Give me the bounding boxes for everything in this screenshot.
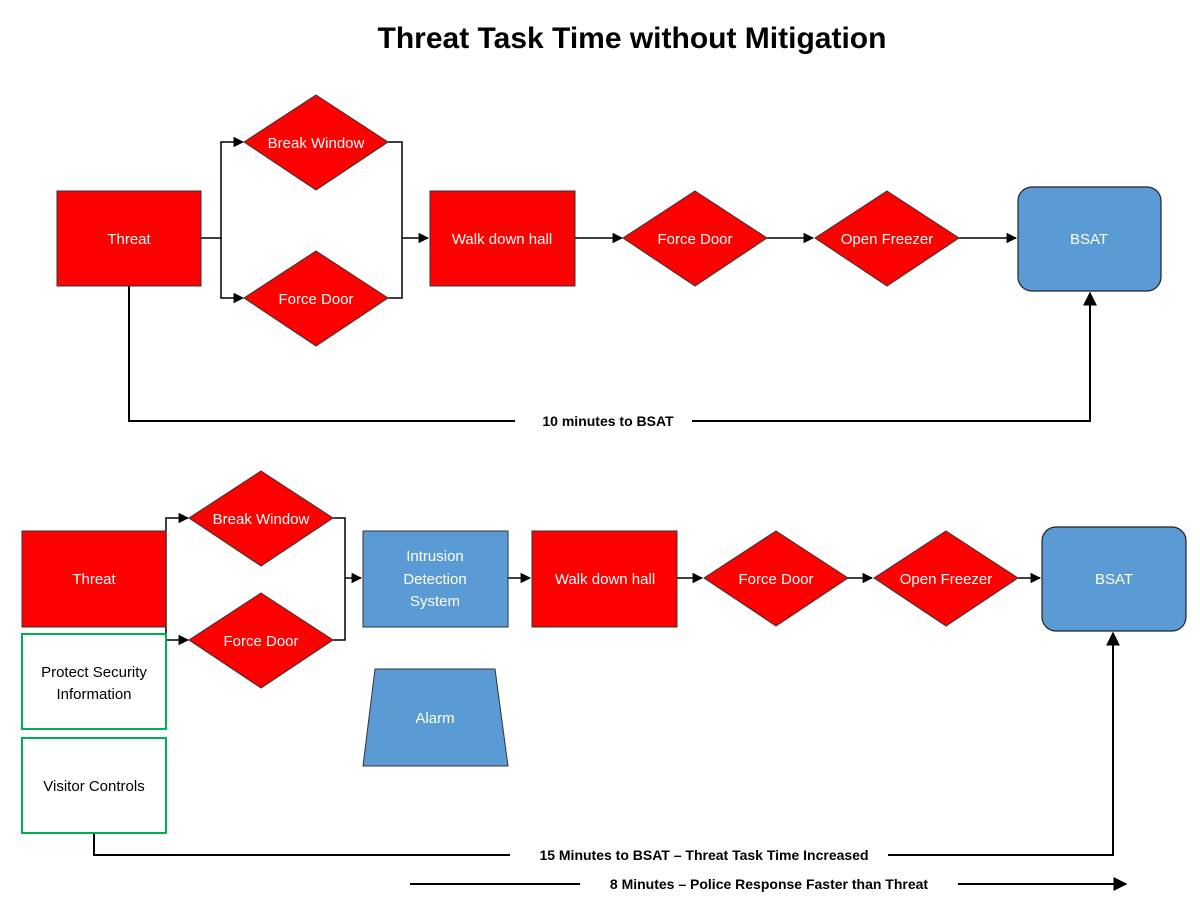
node-protect-security-information: Protect Security Information xyxy=(21,633,167,730)
node-label: Break Window xyxy=(268,135,365,152)
node-alarm: Alarm xyxy=(362,668,509,767)
node-walk-down-hall: Walk down hall xyxy=(429,190,576,287)
node-label: Force Door xyxy=(223,633,298,650)
node-label: BSAT xyxy=(1070,231,1108,248)
node-label: Threat xyxy=(72,571,116,588)
node-bsat: BSAT xyxy=(1041,526,1187,632)
node-break-window: Break Window xyxy=(243,94,389,191)
node-threat: Threat xyxy=(56,190,202,287)
node-open-freezer: Open Freezer xyxy=(814,190,960,287)
node-label: Walk down hall xyxy=(555,571,655,588)
node-label: Visitor Controls xyxy=(43,778,144,795)
top-flow: 10 minutes to BSAT Threat Break Window F… xyxy=(56,94,1162,429)
node-label-line-1: Intrusion xyxy=(406,548,464,565)
timeline-label: 10 minutes to BSAT xyxy=(542,413,674,429)
node-label: BSAT xyxy=(1095,571,1133,588)
node-bsat: BSAT xyxy=(1017,186,1162,292)
diagram-title: Threat Task Time without Mitigation xyxy=(378,22,887,55)
node-force-door-branch: Force Door xyxy=(188,592,334,689)
node-label: Force Door xyxy=(657,231,732,248)
node-label: Open Freezer xyxy=(900,571,993,588)
timeline-label: 15 Minutes to BSAT – Threat Task Time In… xyxy=(539,847,868,863)
node-force-door-branch: Force Door xyxy=(243,250,389,347)
node-label: Force Door xyxy=(278,291,353,308)
node-threat: Threat xyxy=(21,530,167,628)
node-label-line-2: Detection xyxy=(403,571,466,588)
connector-threat-to-force-door xyxy=(165,578,190,646)
timeline-right-segment xyxy=(888,631,1120,856)
node-open-freezer: Open Freezer xyxy=(873,530,1019,627)
node-label: Open Freezer xyxy=(841,231,934,248)
node-visitor-controls: Visitor Controls xyxy=(21,737,167,834)
timeline-right-segment xyxy=(692,291,1097,422)
node-label-line-2: Information xyxy=(56,686,131,703)
bottom-flow: 15 Minutes to BSAT – Threat Task Time In… xyxy=(21,470,1187,892)
node-label-line-3: System xyxy=(410,593,460,610)
node-force-door: Force Door xyxy=(703,530,849,627)
diagram-canvas: Threat Task Time without Mitigation 10 m… xyxy=(21,22,1187,892)
node-label: Alarm xyxy=(415,710,454,727)
timeline-left-segment xyxy=(93,833,510,856)
connector-threat-to-break-window xyxy=(201,136,245,239)
connector-threat-to-force-door xyxy=(220,238,245,304)
connector-threat-to-break-window xyxy=(165,512,190,578)
node-label: Walk down hall xyxy=(452,231,552,248)
node-intrusion-detection-system: Intrusion Detection System xyxy=(362,530,509,628)
node-label-line-1: Protect Security xyxy=(41,664,147,681)
police-response-label: 8 Minutes – Police Response Faster than … xyxy=(610,876,929,892)
node-break-window: Break Window xyxy=(188,470,334,567)
connector-branch-merge xyxy=(333,517,346,641)
node-label: Force Door xyxy=(738,571,813,588)
node-label: Threat xyxy=(107,231,151,248)
node-force-door: Force Door xyxy=(622,190,768,287)
connector-branch-merge xyxy=(388,141,403,299)
node-walk-down-hall: Walk down hall xyxy=(531,530,678,628)
node-label: Break Window xyxy=(213,511,310,528)
